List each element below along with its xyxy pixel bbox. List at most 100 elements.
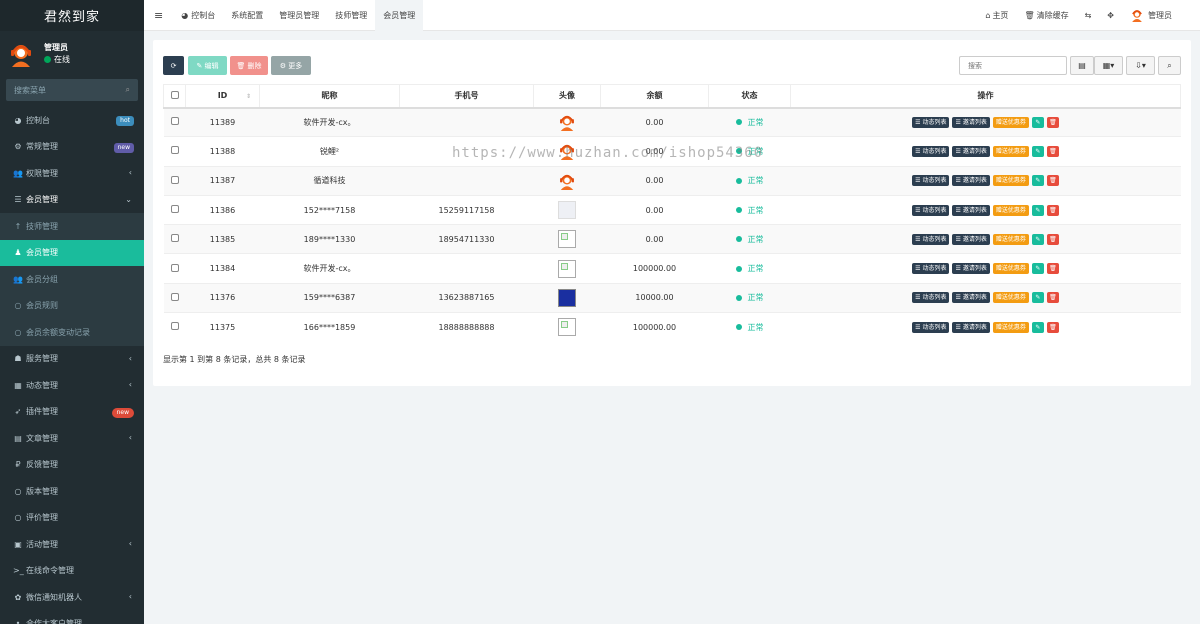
toggle-view-icon[interactable]: ▤ [1070,56,1094,75]
row-checkbox[interactable] [170,322,179,331]
fullscreen-icon[interactable]: ✥ [1099,11,1122,20]
select-all-checkbox[interactable] [170,90,179,99]
sidebar-item-2[interactable]: 👥 权限管理 ‹ [0,160,144,187]
give-coupon-button[interactable]: 赠送优惠券 [992,116,1029,128]
table-row[interactable]: 11387 循道科技 0.00 正常 ☰ 动态列表 ☰ 邀请列表 赠送优惠券 ✎ 🗑 [163,165,1181,196]
dynamic-list-button[interactable]: ☰ 动态列表 [912,204,950,216]
edit-row-icon[interactable]: ✎ [1031,116,1044,128]
dynamic-list-button[interactable]: ☰ 动态列表 [912,175,950,187]
translate-icon[interactable]: ⇆ [1077,11,1100,20]
sidebar-item-18[interactable]: ✿ 微信通知机器人 ‹ [0,584,144,611]
table-row[interactable]: 11385 189****1330 18954711330 0.00 正常 ☰ 动态列表 ☰ 邀… [163,224,1181,254]
invite-list-button[interactable]: ☰ 邀请列表 [952,263,990,275]
delete-row-icon[interactable]: 🗑 [1046,116,1059,128]
dynamic-list-button[interactable]: ☰ 动态列表 [912,292,950,304]
dynamic-list-button[interactable]: ☰ 动态列表 [912,116,950,128]
dynamic-list-button[interactable]: ☰ 动态列表 [912,145,950,157]
table-row[interactable]: 11386 152****7158 15259117158 0.00 正常 ☰ 动态列表 ☰ 邀… [163,194,1181,225]
delete-row-icon[interactable]: 🗑 [1046,263,1059,275]
delete-row-icon[interactable]: 🗑 [1046,321,1059,333]
sidebar-item-15[interactable]: ○ 评价管理 [0,505,144,532]
sidebar-item-7[interactable]: ○ 会员规则 [0,292,144,319]
sidebar-item-16[interactable]: ▣ 活动管理 ‹ [0,531,144,558]
row-checkbox[interactable] [170,292,179,301]
table-row[interactable]: 11388 锐鲤² 0.00 正常 ☰ 动态列表 ☰ 邀请列表 赠送优惠券 ✎ 🗑 [163,136,1181,167]
give-coupon-button[interactable]: 赠送优惠券 [992,145,1029,157]
edit-button[interactable]: ✎ 编辑 [188,56,227,75]
sidebar-item-9[interactable]: ☗ 服务管理 ‹ [0,346,144,373]
edit-row-icon[interactable]: ✎ [1031,321,1044,333]
sidebar-item-6[interactable]: 👥 会员分组 [0,266,144,293]
app-logo[interactable]: 君然到家 [0,0,144,31]
tab-3[interactable]: 技师管理 [327,0,375,31]
edit-row-icon[interactable]: ✎ [1031,292,1044,304]
edit-row-icon[interactable]: ✎ [1031,204,1044,216]
tab-1[interactable]: 系统配置 [223,0,271,31]
tab-2[interactable]: 管理员管理 [271,0,327,31]
edit-row-icon[interactable]: ✎ [1031,145,1044,157]
delete-row-icon[interactable]: 🗑 [1046,175,1059,187]
invite-list-button[interactable]: ☰ 邀请列表 [952,175,990,187]
edit-row-icon[interactable]: ✎ [1031,233,1044,245]
columns-dropdown-icon[interactable]: ▦▾ [1094,56,1123,75]
sidebar-item-13[interactable]: ₽ 反馈管理 [0,452,144,479]
invite-list-button[interactable]: ☰ 邀请列表 [952,116,990,128]
delete-row-icon[interactable]: 🗑 [1046,204,1059,216]
give-coupon-button[interactable]: 赠送优惠券 [992,175,1029,187]
home-link[interactable]: ⌂ 主页 [977,10,1016,21]
invite-list-button[interactable]: ☰ 邀请列表 [952,292,990,304]
give-coupon-button[interactable]: 赠送优惠券 [992,233,1029,245]
row-checkbox[interactable] [170,175,179,184]
export-dropdown-icon[interactable]: ⇩▾ [1126,56,1155,75]
invite-list-button[interactable]: ☰ 邀请列表 [952,233,990,245]
table-row[interactable]: 11375 166****1859 18888888888 100000.00 正常 ☰ 动… [163,312,1181,342]
admin-menu[interactable]: 管理员 [1122,8,1200,22]
edit-row-icon[interactable]: ✎ [1031,175,1044,187]
row-checkbox[interactable] [170,146,179,155]
col-id[interactable]: ID ⇕ [185,84,260,109]
advanced-search-icon[interactable]: ⌕ [1158,56,1181,75]
sidebar-item-12[interactable]: ▤ 文章管理 ‹ [0,425,144,452]
tab-4[interactable]: 会员管理 [375,0,424,31]
dynamic-list-button[interactable]: ☰ 动态列表 [912,233,950,245]
row-checkbox[interactable] [170,205,179,214]
sidebar-item-8[interactable]: ○ 会员余额变动记录 [0,319,144,346]
give-coupon-button[interactable]: 赠送优惠券 [992,292,1029,304]
sidebar-item-17[interactable]: >_ 在线命令管理 [0,558,144,585]
clear-cache-link[interactable]: 🗑 清除缓存 [1016,10,1076,21]
give-coupon-button[interactable]: 赠送优惠券 [992,263,1029,275]
invite-list-button[interactable]: ☰ 邀请列表 [952,204,990,216]
give-coupon-button[interactable]: 赠送优惠券 [992,321,1029,333]
table-row[interactable]: 11384 软件开发-cx。 100000.00 正常 ☰ 动态列表 ☰ 邀请列表 赠送优惠券 ✎… [163,253,1181,284]
table-row[interactable]: 11389 软件开发-cx。 0.00 正常 ☰ 动态列表 ☰ 邀请列表 赠送优惠券 ✎ 🗑 [163,106,1181,137]
search-icon[interactable]: ⌕ [126,85,130,95]
sidebar-item-0[interactable]: ◕ 控制台 hot [0,107,144,134]
delete-row-icon[interactable]: 🗑 [1046,145,1059,157]
delete-row-icon[interactable]: 🗑 [1046,233,1059,245]
refresh-button[interactable]: ⟳ [163,56,184,75]
sidebar-item-14[interactable]: ○ 版本管理 [0,478,144,505]
invite-list-button[interactable]: ☰ 邀请列表 [952,321,990,333]
more-button[interactable]: ⚙ 更多 [271,56,311,75]
dynamic-list-button[interactable]: ☰ 动态列表 [912,263,950,275]
sidebar-item-3[interactable]: ☰ 会员管理 ⌄ [0,187,144,214]
sidebar-item-10[interactable]: ▦ 动态管理 ‹ [0,372,144,399]
row-checkbox[interactable] [170,117,179,126]
invite-list-button[interactable]: ☰ 邀请列表 [952,145,990,157]
sidebar-item-11[interactable]: ➶ 插件管理 new [0,399,144,426]
sidebar-item-1[interactable]: ⚙ 常规管理 new [0,134,144,161]
sidebar-item-19[interactable]: • 合作大客户管理 [0,611,144,624]
row-checkbox[interactable] [170,234,179,243]
sidebar-item-5[interactable]: ♟ 会员管理 [0,239,144,266]
dynamic-list-button[interactable]: ☰ 动态列表 [912,321,950,333]
delete-row-icon[interactable]: 🗑 [1046,292,1059,304]
delete-button[interactable]: 🗑 删除 [230,56,268,75]
menu-search-input[interactable] [14,85,114,95]
table-row[interactable]: 11376 159****6387 13623887165 10000.00 正常 ☰ 动态… [163,282,1181,313]
edit-row-icon[interactable]: ✎ [1031,263,1044,275]
sidebar-item-4[interactable]: ↑ 技师管理 [0,213,144,240]
row-checkbox[interactable] [170,263,179,272]
tab-0[interactable]: ◕ 控制台 [173,0,223,31]
give-coupon-button[interactable]: 赠送优惠券 [992,204,1029,216]
menu-toggle-icon[interactable]: ≡ [144,0,173,31]
